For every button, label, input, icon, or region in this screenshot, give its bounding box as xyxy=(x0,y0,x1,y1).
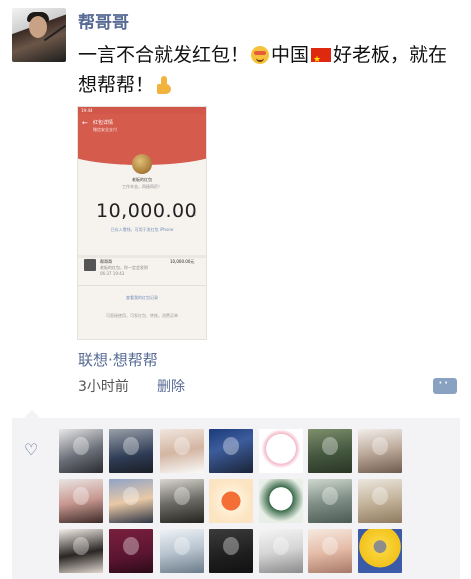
shot-header-subtitle: 微信安全支付 xyxy=(93,127,117,132)
record-avatar xyxy=(84,259,96,271)
liker-avatar[interactable] xyxy=(209,479,253,523)
liker-avatar[interactable] xyxy=(209,429,253,473)
liker-avatar[interactable] xyxy=(109,529,153,573)
shot-amount: 10,000.00 xyxy=(96,200,198,222)
liker-avatar[interactable] xyxy=(259,529,303,573)
shot-footer: 可直接使用，可发红包、转账，消费买单 xyxy=(106,313,178,318)
avatar-prop xyxy=(43,24,66,42)
china-flag-icon xyxy=(311,45,332,75)
heart-eyes-emoji-icon xyxy=(251,46,270,64)
liker-silhouette xyxy=(73,487,89,505)
post-text-part-1: 一言不合就发红包！ xyxy=(78,44,250,66)
sender-avatar-coin xyxy=(132,154,152,174)
liker-silhouette xyxy=(123,537,139,555)
likes-panel: ♡ xyxy=(12,410,460,579)
post-source-link[interactable]: 联想·想帮帮 xyxy=(78,349,158,370)
thumbs-up-icon xyxy=(156,76,172,94)
shot-status-bar: 19:44 xyxy=(78,107,206,114)
liker-avatar[interactable] xyxy=(59,529,103,573)
avatar-face xyxy=(29,16,47,38)
shot-header-title: 红包详情 xyxy=(93,120,114,126)
liker-silhouette xyxy=(73,537,89,555)
liker-avatar[interactable] xyxy=(358,529,402,573)
liker-silhouette xyxy=(174,487,190,505)
liker-avatar[interactable] xyxy=(358,429,402,473)
liker-avatar[interactable] xyxy=(59,479,103,523)
shot-records-link: 查看我的红包记录 xyxy=(126,295,158,300)
liker-silhouette xyxy=(123,487,139,505)
liker-silhouette xyxy=(273,537,289,555)
comment-menu-button[interactable] xyxy=(433,374,457,394)
liker-avatar[interactable] xyxy=(160,479,204,523)
liker-silhouette xyxy=(223,437,239,455)
liker-silhouette xyxy=(322,437,338,455)
liker-avatar[interactable] xyxy=(109,429,153,473)
post-text-part-2: 中国 xyxy=(271,44,310,66)
liker-avatar[interactable] xyxy=(259,479,303,523)
liker-avatar[interactable] xyxy=(308,529,352,573)
back-arrow-icon: ← xyxy=(82,119,88,127)
record-time: 06:37 19:43 xyxy=(100,271,125,276)
liker-avatar[interactable] xyxy=(160,529,204,573)
post-time: 3小时前 xyxy=(78,379,129,395)
liker-avatar[interactable] xyxy=(308,429,352,473)
record-amount: 10,000.00元 xyxy=(170,259,195,264)
delete-button[interactable]: 删除 xyxy=(157,376,185,396)
shot-note: 已存入零钱，可用于发红包 iPhone xyxy=(110,227,174,232)
liker-silhouette xyxy=(174,537,190,555)
liker-avatar[interactable] xyxy=(308,479,352,523)
shot-wish: 工作辛苦，再接再厉！ xyxy=(122,184,162,189)
liker-silhouette xyxy=(174,437,190,455)
author-avatar[interactable] xyxy=(12,8,66,62)
post-text: 一言不合就发红包！中国好老板，就在想帮帮！ xyxy=(78,40,458,100)
liker-avatar[interactable] xyxy=(160,429,204,473)
liker-silhouette xyxy=(223,537,239,555)
shot-header: ← 红包详情 微信安全支付 xyxy=(78,114,206,144)
liker-avatar[interactable] xyxy=(209,529,253,573)
liker-silhouette xyxy=(372,487,388,505)
shot-divider xyxy=(78,255,206,258)
shot-unit: 元 xyxy=(192,211,196,216)
author-name[interactable]: 帮哥哥 xyxy=(78,8,129,33)
liker-avatar[interactable] xyxy=(358,479,402,523)
liker-silhouette xyxy=(322,537,338,555)
heart-icon: ♡ xyxy=(24,440,39,459)
liker-avatar[interactable] xyxy=(59,429,103,473)
liker-silhouette xyxy=(123,437,139,455)
liker-silhouette xyxy=(73,437,89,455)
liker-silhouette xyxy=(372,437,388,455)
shot-divider-2 xyxy=(78,285,206,286)
likes-panel-pointer xyxy=(24,410,40,418)
liker-avatar[interactable] xyxy=(109,479,153,523)
red-packet-screenshot[interactable]: 19:44 ← 红包详情 微信安全支付 老板的红包 工作辛苦，再接再厉！ 10,… xyxy=(77,106,207,340)
shot-sender: 老板的红包 xyxy=(132,177,152,182)
liker-silhouette xyxy=(322,487,338,505)
liker-avatar[interactable] xyxy=(259,429,303,473)
